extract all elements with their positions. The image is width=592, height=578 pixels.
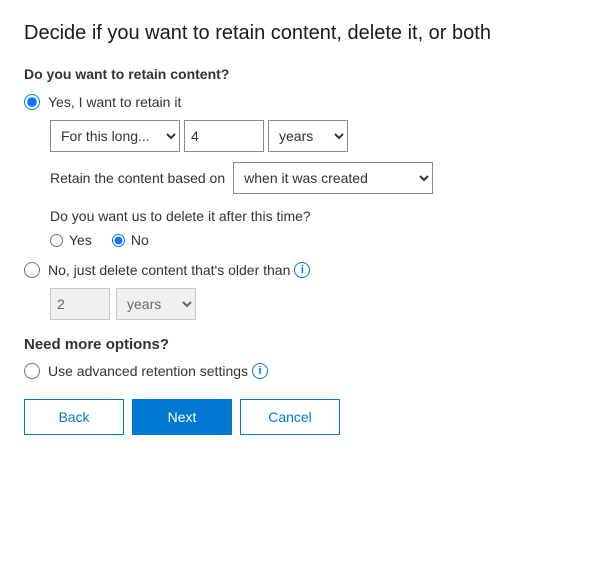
based-on-row: Retain the content based on when it was … xyxy=(50,162,568,194)
need-more-section: Need more options? Use advanced retentio… xyxy=(24,336,568,379)
older-than-controls: years months days xyxy=(50,288,568,320)
radio-yes-retain-input[interactable] xyxy=(24,94,40,110)
radio-yes-retain[interactable]: Yes, I want to retain it xyxy=(24,94,568,110)
next-button[interactable]: Next xyxy=(132,399,232,435)
older-than-unit-select[interactable]: years months days xyxy=(116,288,196,320)
need-more-label: Need more options? xyxy=(24,336,568,353)
delete-yes-label[interactable]: Yes xyxy=(50,232,92,248)
delete-yes-text: Yes xyxy=(69,232,92,248)
delete-yes-radio[interactable] xyxy=(50,234,63,247)
radio-no-retain-input[interactable] xyxy=(24,262,40,278)
advanced-info-icon[interactable]: i xyxy=(252,363,268,379)
radio-yes-retain-label: Yes, I want to retain it xyxy=(48,94,181,110)
delete-no-text: No xyxy=(131,232,149,248)
cancel-button[interactable]: Cancel xyxy=(240,399,340,435)
retain-question: Do you want to retain content? xyxy=(24,66,568,82)
delete-radio-row: Yes No xyxy=(50,232,568,248)
advanced-radio[interactable]: Use advanced retention settings i xyxy=(24,363,568,379)
advanced-radio-input[interactable] xyxy=(24,363,40,379)
yes-retain-controls: For this long... 1 year Custom years mon… xyxy=(50,120,568,248)
retain-section: Do you want to retain content? Yes, I wa… xyxy=(24,66,568,320)
for-this-long-select[interactable]: For this long... 1 year Custom xyxy=(50,120,180,152)
delete-no-label[interactable]: No xyxy=(112,232,149,248)
radio-no-retain[interactable]: No, just delete content that's older tha… xyxy=(24,262,568,278)
years-select[interactable]: years months days xyxy=(268,120,348,152)
based-on-select[interactable]: when it was created when it was modified… xyxy=(233,162,433,194)
duration-input[interactable] xyxy=(184,120,264,152)
back-button[interactable]: Back xyxy=(24,399,124,435)
advanced-option-label: Use advanced retention settings xyxy=(48,363,248,379)
radio-no-retain-label: No, just delete content that's older tha… xyxy=(48,262,290,278)
page-title: Decide if you want to retain content, de… xyxy=(24,20,568,46)
based-on-label: Retain the content based on xyxy=(50,170,225,186)
button-row: Back Next Cancel xyxy=(24,399,568,435)
duration-controls: For this long... 1 year Custom years mon… xyxy=(50,120,568,152)
delete-no-radio[interactable] xyxy=(112,234,125,247)
delete-question: Do you want us to delete it after this t… xyxy=(50,208,568,224)
no-retain-info-icon[interactable]: i xyxy=(294,262,310,278)
older-than-input[interactable] xyxy=(50,288,110,320)
